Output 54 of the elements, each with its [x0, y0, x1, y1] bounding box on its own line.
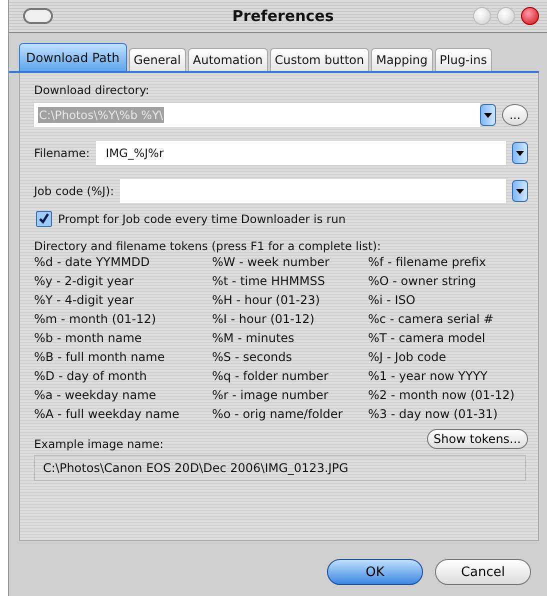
close-icon[interactable] — [521, 7, 539, 25]
token-text: %i - ISO — [368, 293, 416, 307]
show-tokens-button[interactable]: Show tokens... — [426, 429, 528, 449]
token-text: %f - filename prefix — [368, 255, 488, 269]
field-label: Download directory: — [34, 83, 150, 97]
filename-combo[interactable]: IMG_%J%r — [96, 141, 506, 165]
window-menu-icon[interactable] — [23, 8, 53, 24]
field-label: Job code (%J): — [34, 184, 114, 198]
dialog-button[interactable]: OK — [327, 559, 423, 585]
token-text: %a - weekday name — [34, 388, 158, 402]
tab[interactable]: Mapping — [371, 48, 433, 71]
token-text: %T - camera model — [368, 331, 486, 345]
tokens-heading: Directory and filename tokens (press F1 for a complete list): — [34, 239, 382, 253]
tab[interactable]: Download Path — [19, 43, 127, 71]
token-text: %S - seconds — [212, 350, 294, 364]
field-value: IMG_%J%r — [104, 146, 164, 160]
token-text: %W - week number — [212, 255, 330, 269]
dialog-button[interactable]: Cancel — [435, 559, 531, 585]
token-text: %1 - year now YYYY — [368, 369, 488, 383]
tab[interactable]: General — [128, 48, 186, 71]
window-title: Preferences — [231, 7, 335, 25]
token-text: %Y - 4-digit year — [34, 293, 135, 307]
token-text: %2 - month now (01-12) — [368, 388, 516, 402]
token-text: %r - image number — [212, 388, 330, 402]
token-text: %D - day of month — [34, 369, 148, 383]
token-text: %m - month (01-12) — [34, 312, 158, 326]
token-text: %B - full month name — [34, 350, 166, 364]
token-text: %t - time HHMMSS — [212, 274, 326, 288]
tab[interactable]: Automation — [188, 48, 268, 71]
example-field: C:\Photos\Canon EOS 20D\Dec 2006\IMG_0123.JPG — [34, 455, 526, 481]
tab[interactable]: Plug-ins — [434, 48, 492, 71]
dropdown-icon[interactable] — [512, 142, 528, 164]
token-text: %y - 2-digit year — [34, 274, 135, 288]
token-text: %3 - day now (01-31) — [368, 407, 499, 421]
token-text: %H - hour (01-23) — [212, 293, 321, 307]
field-label: Filename: — [34, 146, 90, 160]
tab[interactable]: Custom button — [270, 48, 370, 71]
token-text: %c - camera serial # — [368, 312, 495, 326]
token-text: %O - owner string — [368, 274, 478, 288]
browse-button[interactable]: ... — [502, 104, 528, 126]
dropdown-icon[interactable] — [480, 104, 496, 126]
token-text: %q - folder number — [212, 369, 330, 383]
dropdown-icon[interactable] — [512, 180, 528, 202]
token-text: %I - hour (01-12) — [212, 312, 316, 326]
token-text: %J - Job code — [368, 350, 448, 364]
token-text: %b - month name — [34, 331, 143, 345]
field-label: Example image name: — [34, 437, 164, 451]
field-value: C:\Photos\%Y\%b %Y\ — [38, 107, 164, 123]
token-text: %d - date YYMMDD — [34, 255, 151, 269]
token-text: %A - full weekday name — [34, 407, 180, 421]
token-text: %M - minutes — [212, 331, 296, 345]
token-text: %o - orig name/folder — [212, 407, 344, 421]
checkbox-label: Prompt for Job code every time Downloader is run — [58, 212, 346, 226]
checkbox[interactable] — [36, 211, 52, 227]
